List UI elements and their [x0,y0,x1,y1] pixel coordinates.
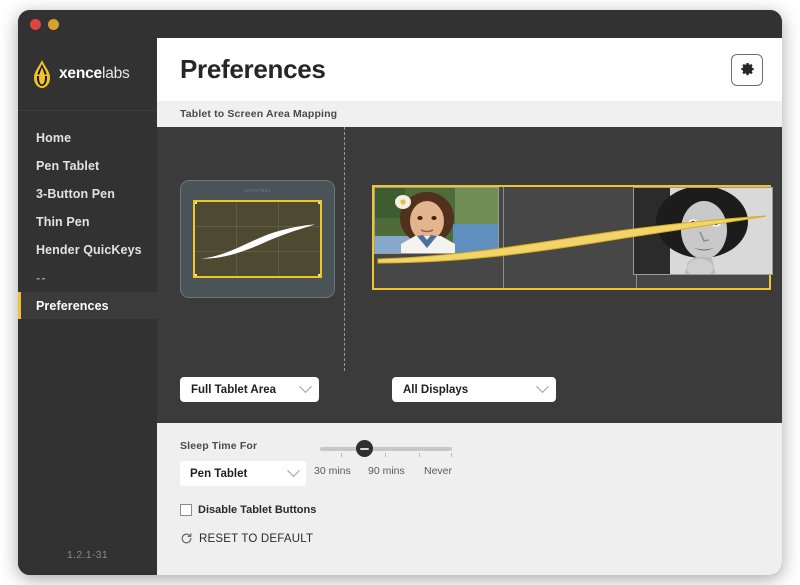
page-header: Preferences [157,38,782,101]
settings-button[interactable] [731,53,763,86]
brand-logo: xencelabs [18,38,157,111]
brush-stroke-preview [200,224,316,259]
slider-label-2: Never [424,465,453,477]
slider-track[interactable] [320,440,452,457]
sidebar-item-separator[interactable]: -- [18,264,157,291]
resize-handle-tr[interactable] [318,202,320,204]
close-window-button[interactable] [30,18,41,30]
title-bar [18,10,782,38]
tablet-mapping-area: xencelabs [157,127,344,371]
resize-handle-bl[interactable] [195,274,197,276]
sleep-time-slider[interactable]: 30 mins 90 mins Never [314,440,453,479]
sidebar-item-label: -- [36,270,47,285]
section-label: Tablet to Screen Area Mapping [180,108,338,120]
sidebar-item-label: 3-Button Pen [36,186,115,201]
sidebar-item-pen-tablet[interactable]: Pen Tablet [18,152,157,179]
tablet-area-dropdown[interactable]: Full Tablet Area [180,377,319,402]
chevron-down-icon [299,380,312,394]
chevron-down-icon [536,380,549,394]
slider-tick-labels: 30 mins 90 mins Never [314,465,453,479]
display-select-value: All Displays [403,383,469,396]
resize-handle-tl[interactable] [195,202,197,204]
sidebar-item-preferences[interactable]: Preferences [18,292,157,319]
section-subbar: Tablet to Screen Area Mapping [157,101,782,127]
mapping-stroke-overlay [377,215,767,264]
sidebar-item-label: Thin Pen [36,214,90,229]
chevron-down-icon [287,464,300,478]
refresh-icon [181,533,192,544]
app-window: xencelabs Home Pen Tablet 3-Button Pen T… [18,10,782,575]
mapping-panel: xencelabs [157,127,782,371]
sleep-settings-panel: Sleep Time For Pen Tablet 30 mins 90 min… [157,423,782,575]
sidebar-item-home[interactable]: Home [18,124,157,151]
tablet-graphic[interactable]: xencelabs [180,180,335,298]
brand-name-bold: xence [59,65,102,82]
main-content: Preferences Tablet to Screen Area Mappin… [157,38,782,575]
sidebar: xencelabs Home Pen Tablet 3-Button Pen T… [18,38,157,575]
reset-label: RESET TO DEFAULT [199,532,314,545]
checkbox-box[interactable] [180,504,192,516]
displays-graphic[interactable] [372,185,773,290]
gear-icon [740,62,754,76]
slider-thumb[interactable] [355,440,373,457]
slider-label-0: 30 mins [314,465,351,477]
resize-handle-br[interactable] [318,274,320,276]
minimize-window-button[interactable] [48,18,59,30]
sleep-time-label: Sleep Time For [180,440,258,452]
sidebar-item-label: Preferences [36,298,109,313]
slider-label-1: 90 mins [368,465,405,477]
sidebar-item-thin-pen[interactable]: Thin Pen [18,208,157,235]
sidebar-nav: Home Pen Tablet 3-Button Pen Thin Pen He… [18,111,157,319]
mapping-controls-row: Full Tablet Area All Displays [157,371,782,423]
disable-tablet-buttons-checkbox[interactable]: Disable Tablet Buttons [180,504,782,516]
sidebar-item-label: Hender QuicKeys [36,242,142,257]
checkbox-label: Disable Tablet Buttons [198,504,317,516]
brand-name: xencelabs [59,65,130,83]
tablet-active-area[interactable] [193,200,322,278]
app-version: 1.2.1-31 [67,549,108,561]
sidebar-item-label: Pen Tablet [36,158,100,173]
sleep-device-value: Pen Tablet [190,467,248,480]
tablet-brand-label: xencelabs [243,188,271,194]
display-select-dropdown[interactable]: All Displays [392,377,556,402]
window-body: xencelabs Home Pen Tablet 3-Button Pen T… [18,38,782,575]
page-title: Preferences [180,54,326,84]
flame-logo-icon [34,60,50,88]
display-mapping-area [344,127,782,371]
sidebar-item-hender-quickeys[interactable]: Hender QuicKeys [18,236,157,263]
reset-to-default-button[interactable]: RESET TO DEFAULT [180,532,782,545]
sidebar-item-label: Home [36,130,72,145]
tablet-area-value: Full Tablet Area [191,383,276,396]
sleep-device-dropdown[interactable]: Pen Tablet [180,461,306,486]
sidebar-item-3-button-pen[interactable]: 3-Button Pen [18,180,157,207]
brand-name-light: labs [101,65,130,82]
